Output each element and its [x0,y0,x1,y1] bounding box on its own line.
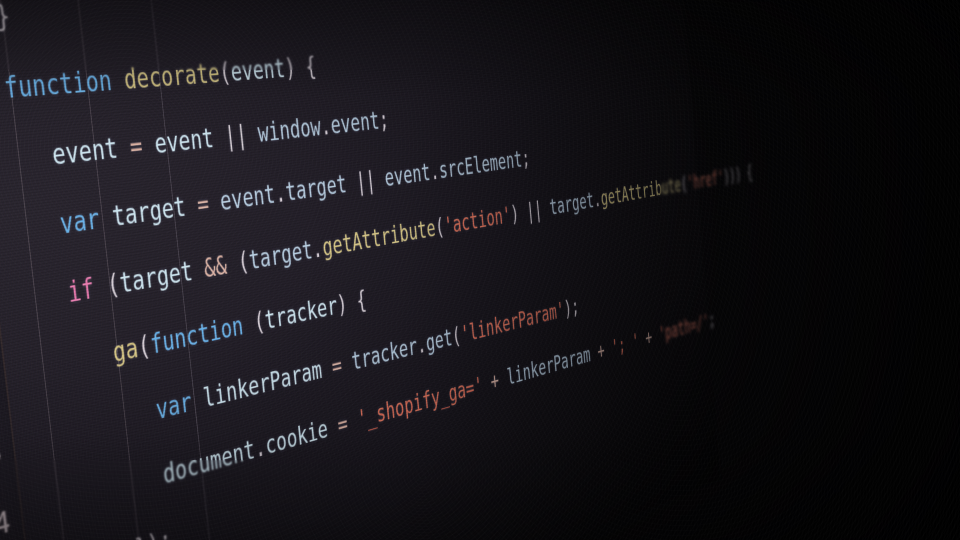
code-token-pln: ) || [509,195,551,228]
code-token-pln: ) { [335,285,368,321]
code-token-id: tracker [263,291,339,336]
code-token-op: && [190,248,240,287]
code-token-id: document [161,434,257,491]
code-token-op: = [326,406,359,443]
code-token-pln: || [345,164,387,199]
line-number: 4 [0,504,13,540]
code-token-id: event [229,54,287,88]
code-token-str: '_shopify_ga=' [355,372,484,435]
code-token-op: = [320,348,353,385]
code-token-fn: getAttribute [599,173,682,212]
code-line[interactable]: function decorate(event) { [2,52,318,106]
code-token-op: + [589,336,613,367]
code-token-id: target [117,255,195,301]
code-token-str: '; ' [610,329,640,361]
line-number: 3 [0,434,5,473]
code-token-op: = [115,128,157,165]
code-token-fn: ga [111,332,140,370]
code-token-prop: window [256,112,323,149]
code-token-prop: tracker [350,332,419,377]
code-token-op: + [481,365,509,398]
code-token-kw: var [154,386,194,427]
code-line[interactable]: } [0,0,13,35]
code-token-pln: ; [707,308,716,332]
code-line[interactable]: event = event || window.event; [50,106,390,173]
code-area[interactable]: attachEvent('on' + type, callback);}func… [0,0,753,540]
code-token-pln: ( [92,268,122,305]
code-token-prop: event [383,158,432,193]
code-token-prop: event [218,179,277,218]
code-token-pln: ) { [283,52,318,84]
code-token-pln: ))) { [722,161,754,189]
code-token-prop: target [284,170,348,208]
code-token-pln: ); [563,294,580,323]
monitor-screen-plane: 67890123456 attachEvent('on' + type, cal… [0,0,753,540]
code-token-op: + [637,323,660,353]
code-token-str: 'path=/' [657,309,710,347]
code-token-kw: var [58,202,102,242]
code-line[interactable]: }); [133,524,173,540]
code-token-pln: || [211,118,260,154]
code-token-id: cookie [264,414,330,462]
code-token-prop: target [247,235,314,277]
code-token-pln: } [0,0,13,35]
code-token-str: 'linkerParam' [459,297,566,349]
code-token-op: = [183,186,222,223]
code-token-fn: getAttribute [321,214,437,263]
code-token-pln: ; [520,145,531,173]
code-token-prop: target [548,188,595,221]
code-token-ctl: if [66,272,97,310]
code-token-pln: ; [377,106,390,135]
code-token-id: event [50,132,120,173]
code-token-prop: linkerParam [505,342,592,391]
code-token-pln: }); [133,524,173,540]
code-token-id: linkerParam [201,355,324,415]
code-token-id: target [110,191,188,234]
code-token-prop: srcElement [437,146,524,185]
code-token-pln: ( [241,306,267,341]
code-token-kw: function [148,310,245,362]
code-token-prop: get [424,324,454,358]
code-token-prop: event [329,106,381,141]
screenshot-root: 67890123456 attachEvent('on' + type, cal… [0,0,960,540]
code-token-fn: decorate [122,58,222,97]
code-token-kw: function [2,64,114,106]
code-token-id: event [152,123,216,161]
code-token-str: 'action' [442,202,512,241]
code-token-str: 'href' [686,166,725,196]
